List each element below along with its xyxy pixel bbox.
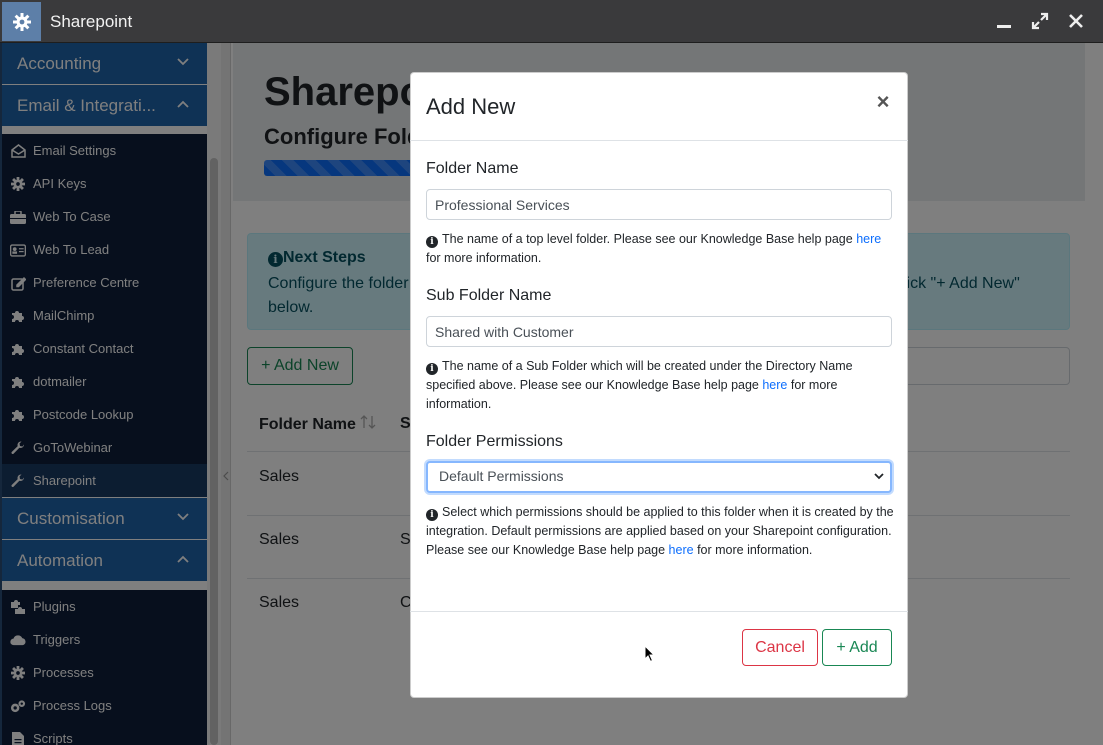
- folder-permissions-select[interactable]: Default Permissions: [426, 461, 892, 493]
- close-icon[interactable]: ×: [873, 90, 893, 114]
- folder-name-label: Folder Name: [426, 160, 519, 177]
- sub-folder-name-input[interactable]: [426, 316, 892, 347]
- folder-permissions-label: Folder Permissions: [426, 433, 563, 450]
- help-text: for more information.: [697, 543, 813, 557]
- info-circle-icon: i: [426, 236, 438, 248]
- help-text: The name of a top level folder. Please s…: [442, 232, 853, 246]
- knowledge-base-link[interactable]: here: [762, 378, 787, 392]
- modal-footer-divider: [410, 611, 908, 612]
- folder-permissions-selected: Default Permissions: [439, 468, 564, 484]
- window-titlebar: Sharepoint: [0, 0, 1103, 43]
- folder-name-input[interactable]: [426, 189, 892, 220]
- close-icon[interactable]: [1063, 8, 1089, 34]
- help-text: Select which permissions should be appli…: [426, 505, 894, 557]
- knowledge-base-link[interactable]: here: [669, 543, 694, 557]
- maximize-icon[interactable]: [1027, 8, 1053, 34]
- sub-folder-name-help: i The name of a Sub Folder which will be …: [426, 357, 896, 414]
- folder-permissions-help: i Select which permissions should be appl…: [426, 503, 896, 560]
- sub-folder-name-label: Sub Folder Name: [426, 287, 552, 304]
- info-circle-icon: i: [426, 363, 438, 375]
- folder-name-help: i The name of a top level folder. Please …: [426, 230, 896, 268]
- add-button[interactable]: + Add: [822, 629, 892, 666]
- gear-icon: [2, 2, 41, 41]
- minimize-icon[interactable]: [991, 8, 1017, 34]
- help-text: for more information.: [426, 251, 542, 265]
- modal-header-divider: [410, 140, 908, 141]
- help-text: The name of a Sub Folder which will be c…: [426, 359, 853, 392]
- info-circle-icon: i: [426, 509, 438, 521]
- window-title: Sharepoint: [50, 12, 133, 31]
- mouse-cursor-icon: [644, 645, 656, 663]
- chevron-down-icon: [874, 473, 884, 480]
- cancel-button[interactable]: Cancel: [742, 629, 818, 666]
- modal-title: Add New: [426, 94, 516, 119]
- knowledge-base-link[interactable]: here: [856, 232, 881, 246]
